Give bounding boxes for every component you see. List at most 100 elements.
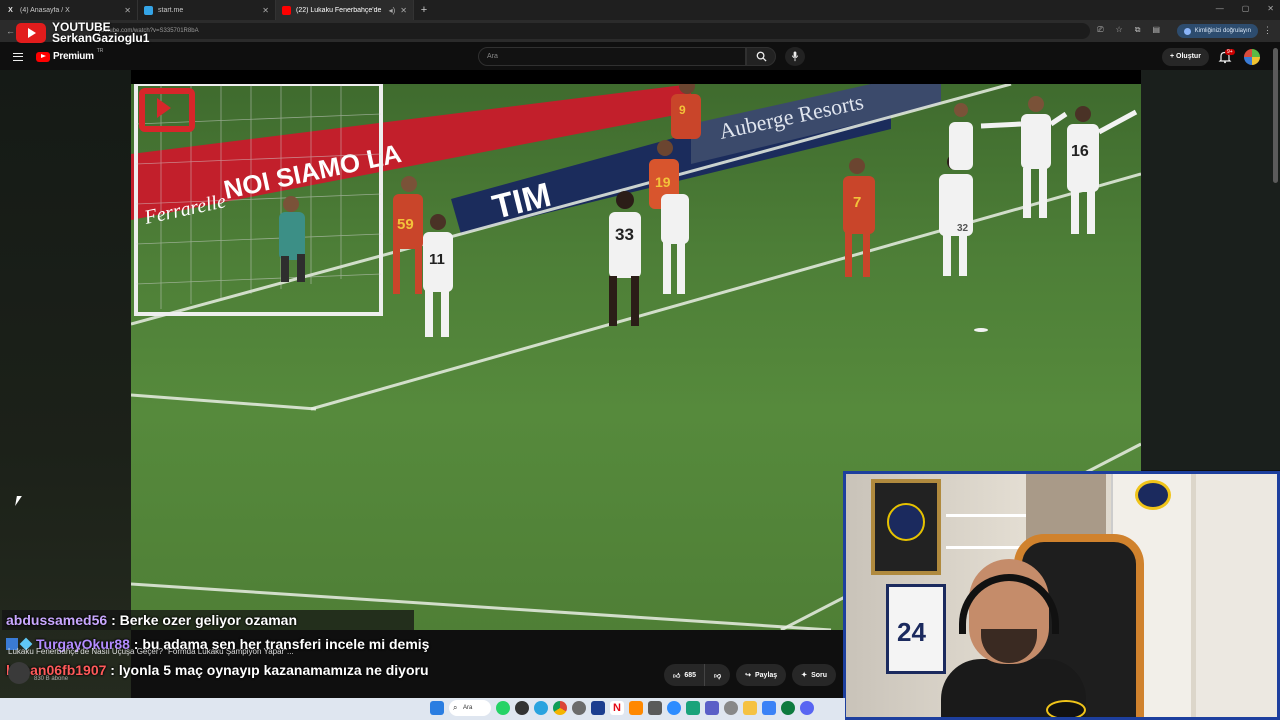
tab-label: start.me xyxy=(158,6,184,14)
profile-verify-button[interactable]: Kimliğinizi doğrulayın xyxy=(1176,24,1258,38)
brand-label: Premium xyxy=(53,51,94,62)
close-icon[interactable]: ✕ xyxy=(124,6,131,15)
app-icon[interactable] xyxy=(781,701,795,715)
player-white-32: 32 xyxy=(939,154,973,276)
framed-crest xyxy=(871,479,941,575)
new-tab-button[interactable]: + xyxy=(414,4,434,16)
tab-label: (22) Lukaku Fenerbahçe'de xyxy=(296,6,382,14)
shirt-number: 11 xyxy=(429,251,445,268)
board-text-tim: TIM xyxy=(489,176,555,227)
account-avatar[interactable] xyxy=(1244,49,1260,65)
share-label: Paylaş xyxy=(755,671,778,679)
bookmark-star-icon[interactable]: ☆ xyxy=(1116,25,1123,35)
whatsapp-icon[interactable] xyxy=(496,701,510,715)
player-red-7: 7 xyxy=(843,158,875,277)
dislike-button[interactable]: 👎︎ xyxy=(704,664,731,686)
microphone-icon xyxy=(791,51,799,62)
speaker-icon[interactable]: ◂) xyxy=(389,6,396,15)
stream-overlay-logo: YOUTUBE SerkanGazioglu1 xyxy=(16,21,150,45)
settings-icon[interactable] xyxy=(572,701,586,715)
minimize-icon[interactable]: — xyxy=(1216,4,1224,13)
app-icon[interactable] xyxy=(686,701,700,715)
thumbs-up-icon: 👍︎ xyxy=(673,672,681,680)
profile-label: Kimliğinizi doğrulayın xyxy=(1194,28,1251,34)
chat-message: hasan06fb1907 : lyonla 5 maç oynayıp kaz… xyxy=(6,662,429,678)
tab-label: (4) Anasayfa / X xyxy=(20,6,70,14)
x-icon: X xyxy=(8,6,13,14)
search-input[interactable]: Ara xyxy=(478,47,746,66)
search-button[interactable] xyxy=(746,47,776,66)
channel-avatar[interactable] xyxy=(8,662,30,684)
app-icon[interactable] xyxy=(515,701,529,715)
app-icon[interactable] xyxy=(591,701,605,715)
chat-text: : Berke ozer geliyor ozaman xyxy=(111,612,298,628)
netflix-icon[interactable]: N xyxy=(610,701,624,715)
broadcast-logo-icon xyxy=(139,88,195,132)
video-title: Lukaku Fenerbahçe'de Nasıl Uçuşa Geçer? … xyxy=(8,647,294,656)
window-controls: — ▢ ✕ xyxy=(1216,4,1274,13)
youtube-logo-icon xyxy=(16,23,46,43)
chat-username: abdussamed56 xyxy=(6,612,108,628)
jersey-number: 24 xyxy=(897,617,926,647)
app-icon[interactable] xyxy=(648,701,662,715)
window xyxy=(1196,474,1277,717)
shirt-number: 59 xyxy=(397,216,414,233)
country-code: TR xyxy=(96,47,104,54)
telegram-icon[interactable] xyxy=(534,701,548,715)
page-scrollbar[interactable] xyxy=(1273,48,1278,183)
app-icon[interactable] xyxy=(724,701,738,715)
overlay-line2: SerkanGazioglu1 xyxy=(52,31,150,45)
create-label: Oluştur xyxy=(1176,53,1201,60)
browser-menu-icon[interactable]: ⋮ xyxy=(1263,25,1272,36)
player-red-59: 59 xyxy=(393,176,423,294)
startme-icon xyxy=(144,5,153,15)
youtube-header: Premium TR Ara + Oluştur 9+ xyxy=(0,44,1280,70)
cast-icon[interactable]: ⎚ xyxy=(1097,25,1103,35)
discord-icon[interactable] xyxy=(800,701,814,715)
vlc-icon[interactable] xyxy=(629,701,643,715)
shelf xyxy=(946,514,1036,517)
browser-tabstrip: X (4) Anasayfa / X ✕ start.me ✕ (22) Luk… xyxy=(0,0,1280,20)
extensions-icon[interactable]: ⧉ xyxy=(1135,25,1141,35)
shirt-number: 33 xyxy=(615,225,634,244)
sidebar-icon[interactable]: ▤ xyxy=(1152,25,1160,35)
subscriber-count: 830 B abone xyxy=(34,676,69,682)
like-count: 685 xyxy=(684,671,697,679)
player-white-11: 11 xyxy=(423,214,453,337)
player-white-16: 16 xyxy=(1067,106,1138,234)
youtube-icon xyxy=(282,5,291,15)
like-button[interactable]: 👍︎ 685 xyxy=(664,664,705,686)
folder-icon[interactable] xyxy=(743,701,757,715)
browser-tab-startme[interactable]: start.me ✕ xyxy=(138,0,276,20)
shirt-number: 9 xyxy=(679,103,686,117)
taskbar-search[interactable]: Ara xyxy=(449,700,491,716)
menu-icon[interactable] xyxy=(13,53,23,61)
app-icon[interactable] xyxy=(705,701,719,715)
shirt-number: 16 xyxy=(1071,143,1089,160)
close-icon[interactable]: ✕ xyxy=(262,6,269,15)
address-bar-icons: ⎚ ☆ ⧉ ▤ xyxy=(1097,25,1160,35)
ask-button[interactable]: ✦ Soru xyxy=(792,664,837,686)
chat-message: abdussamed56 : Berke ozer geliyor ozaman xyxy=(2,610,414,630)
windows-taskbar: Ara N xyxy=(0,698,845,720)
maximize-icon[interactable]: ▢ xyxy=(1242,4,1250,13)
browser-tab-youtube[interactable]: (22) Lukaku Fenerbahçe'de ◂) ✕ xyxy=(276,0,414,20)
url-field[interactable]: youtube.com/watch?v=S335701R8bA xyxy=(90,23,1090,39)
youtube-home-link[interactable]: Premium TR xyxy=(36,47,104,62)
browser-tab-x[interactable]: X (4) Anasayfa / X ✕ xyxy=(0,0,138,20)
thumbs-down-icon: 👎︎ xyxy=(714,672,722,680)
video-actions: 👍︎ 685 👎︎ ↪ Paylaş ✦ Soru xyxy=(664,664,837,686)
close-icon[interactable]: ✕ xyxy=(400,6,407,15)
windows-start-icon[interactable] xyxy=(430,701,444,715)
webcam-overlay: 24 xyxy=(843,471,1280,720)
create-button[interactable]: + Oluştur xyxy=(1162,48,1209,66)
club-badge-icon xyxy=(1135,480,1171,510)
app-icon[interactable] xyxy=(762,701,776,715)
close-window-icon[interactable]: ✕ xyxy=(1267,4,1274,13)
zoom-icon[interactable] xyxy=(667,701,681,715)
share-button[interactable]: ↪ Paylaş xyxy=(736,664,787,686)
goalkeeper xyxy=(279,196,305,282)
framed-jersey: 24 xyxy=(886,584,946,674)
chrome-icon[interactable] xyxy=(553,701,567,715)
voice-search-button[interactable] xyxy=(785,47,805,66)
